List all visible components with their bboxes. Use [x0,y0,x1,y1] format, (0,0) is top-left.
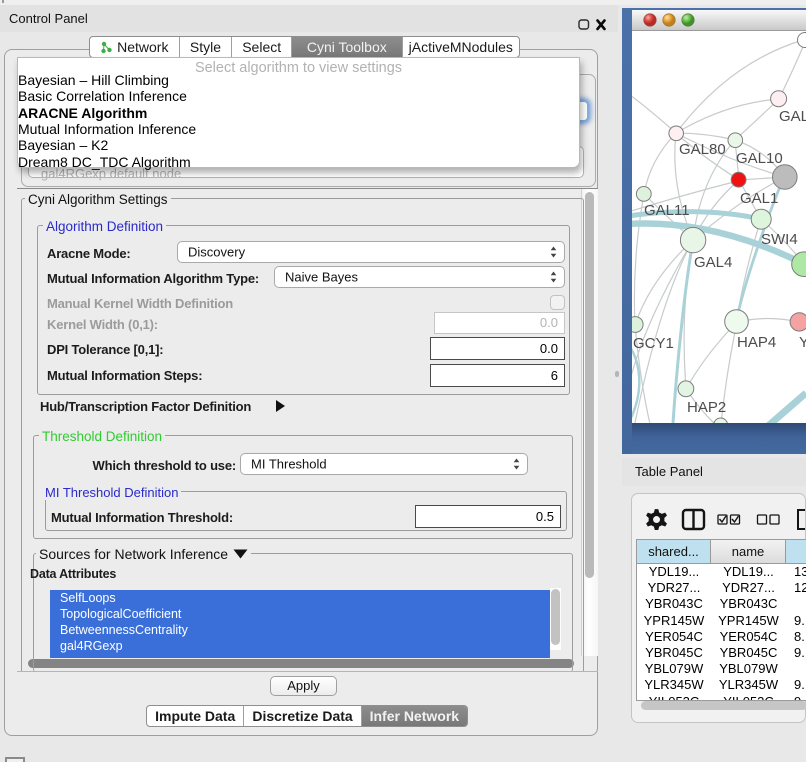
svg-text:GAL11: GAL11 [644,202,690,219]
svg-text:HAP2: HAP2 [687,399,726,416]
svg-text:GAL4: GAL4 [694,254,732,271]
svg-text:GAL80: GAL80 [679,141,726,158]
svg-text:GAL1: GAL1 [740,190,778,207]
svg-text:Y: Y [799,334,806,351]
svg-text:SWI4: SWI4 [761,231,798,248]
svg-text:GAL7: GAL7 [779,108,806,125]
svg-text:GAL10: GAL10 [736,150,783,167]
svg-text:GCY1: GCY1 [633,335,674,352]
svg-text:HAP4: HAP4 [737,334,776,351]
